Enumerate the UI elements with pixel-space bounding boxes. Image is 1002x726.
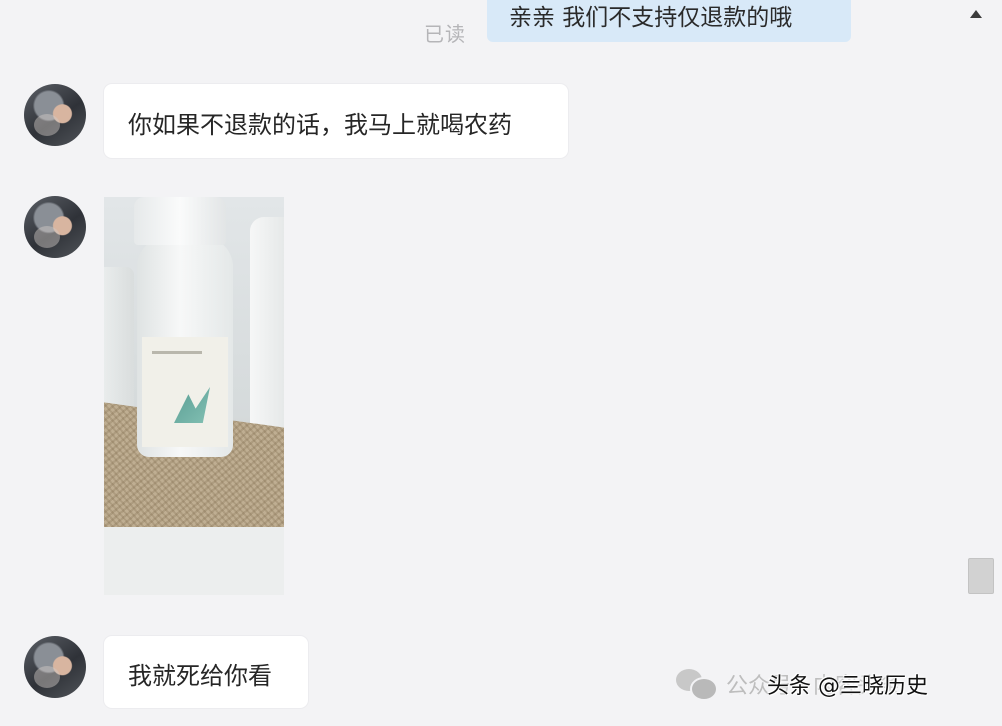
scrollbar-thumb[interactable] [968,558,994,594]
sender-avatar[interactable] [24,196,86,258]
photo-bottle-cap [134,197,226,245]
sender-avatar[interactable] [24,84,86,146]
photo-label-text-line [152,351,202,354]
chat-window: 已读 亲亲 我们不支持仅退款的哦 你如果不退款的话，我马上就喝农药 我就死给你看… [0,0,1002,726]
outgoing-message-bubble[interactable]: 亲亲 我们不支持仅退款的哦 [487,0,851,42]
scroll-up-arrow-icon[interactable] [970,10,982,18]
watermark: 公众号 · 内容头条 头条 @亖晓历史 [676,660,928,708]
wechat-icon [676,669,718,701]
incoming-message-bubble[interactable]: 你如果不退款的话，我马上就喝农药 [104,84,568,158]
incoming-message-bubble[interactable]: 我就死给你看 [104,636,308,708]
photo-floor [104,527,284,595]
image-message-pesticide-bottle[interactable] [104,197,284,595]
sender-avatar[interactable] [24,636,86,698]
read-status: 已读 [424,22,466,46]
watermark-source: 头条 @亖晓历史 [766,674,928,699]
